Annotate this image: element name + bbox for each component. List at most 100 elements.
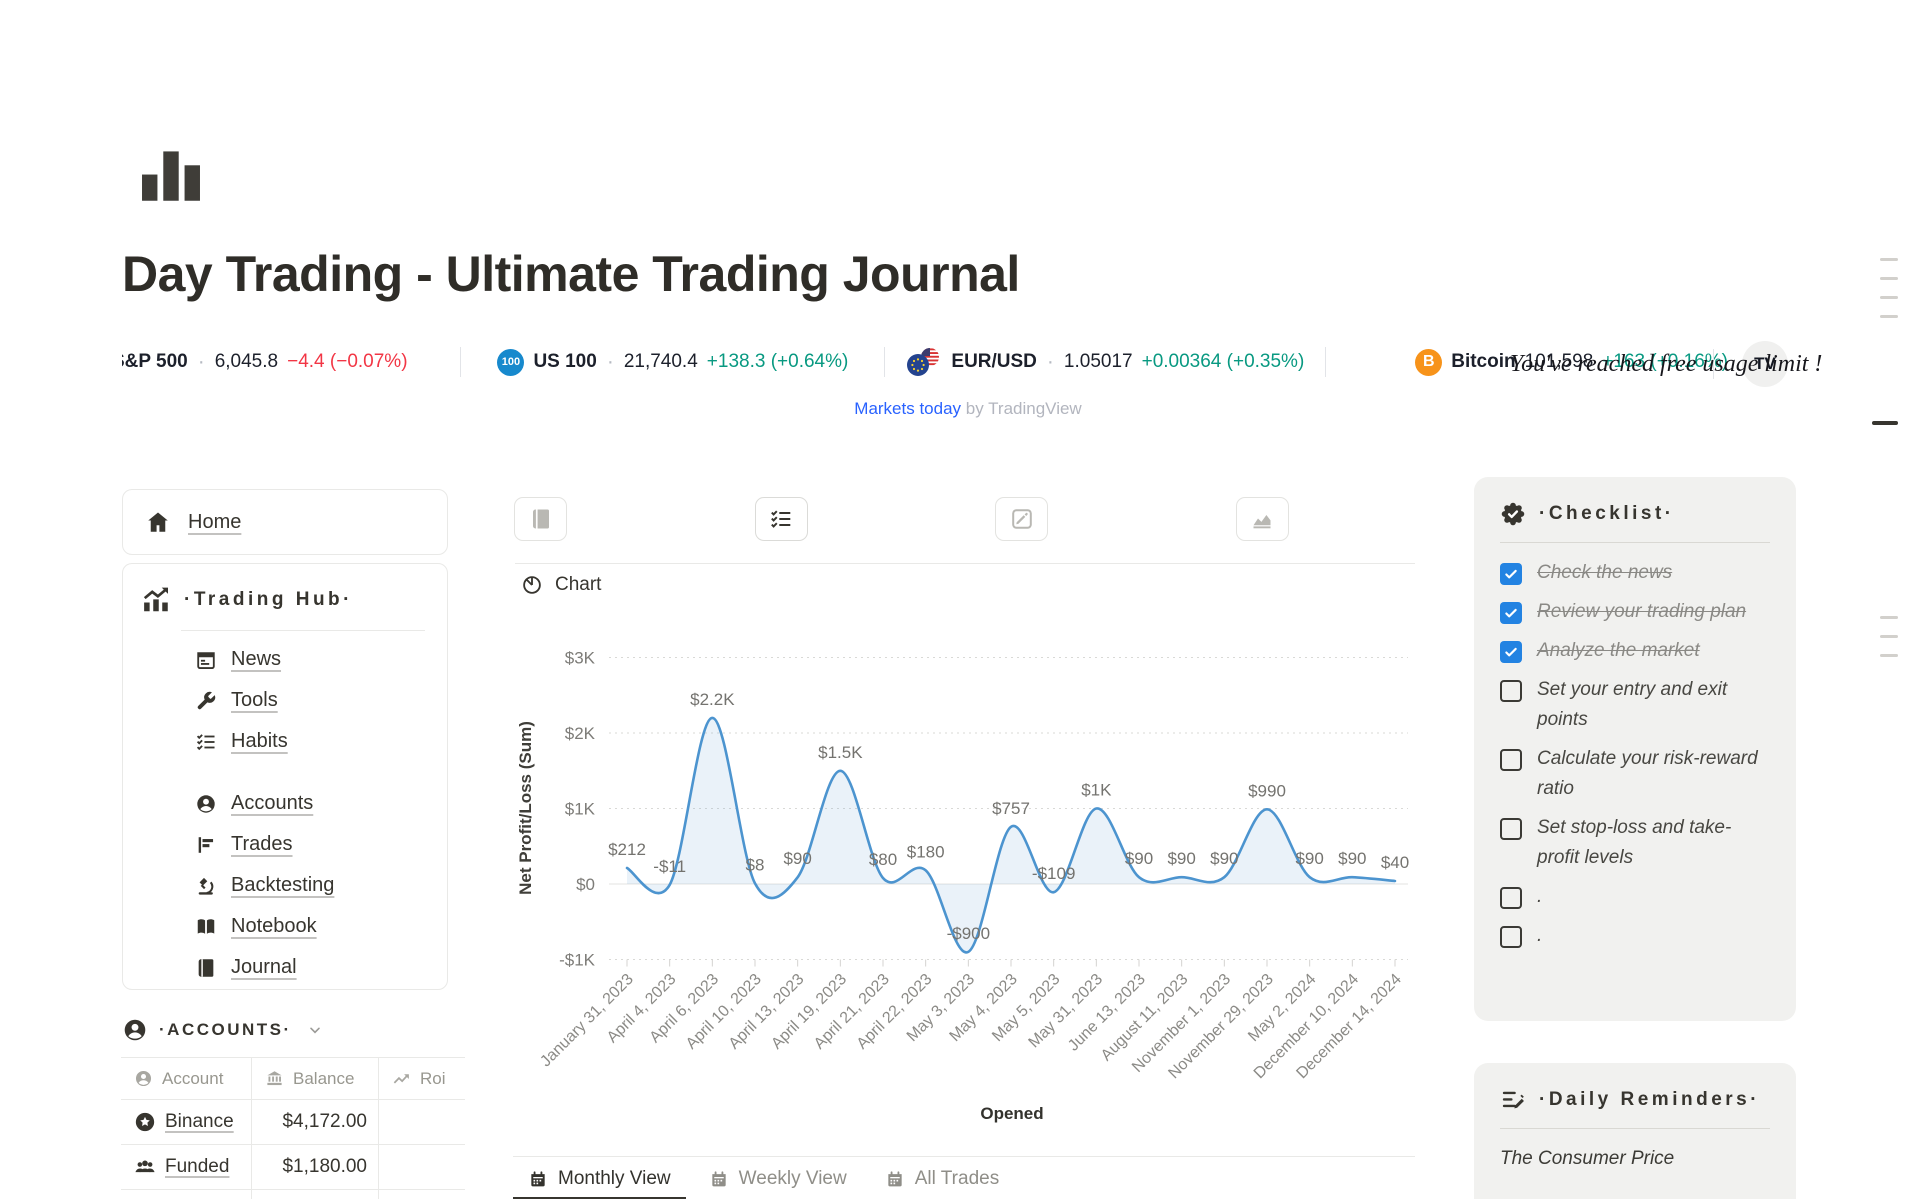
checklist-label: Set your entry and exit points bbox=[1537, 675, 1770, 735]
unchecked-checkbox[interactable] bbox=[1500, 680, 1522, 702]
table-row: Binance $4,172.00 bbox=[121, 1100, 465, 1145]
sidebar-item-news[interactable]: News bbox=[123, 639, 447, 680]
sidebar-item-habits[interactable]: Habits bbox=[123, 721, 447, 762]
column-header-roi: Roi bbox=[378, 1058, 465, 1099]
chevron-down-icon[interactable] bbox=[307, 1022, 323, 1038]
ticker-attribution: Markets today by TradingView bbox=[122, 399, 1814, 419]
outline-mark[interactable] bbox=[1880, 654, 1898, 657]
unchecked-checkbox[interactable] bbox=[1500, 926, 1522, 948]
home-link[interactable]: Home bbox=[188, 511, 241, 534]
ticker-change: +138.3 (+0.64%) bbox=[707, 351, 849, 373]
seal-check-icon bbox=[1500, 501, 1526, 527]
toolbar-button-journal[interactable] bbox=[514, 497, 567, 541]
column-header-balance: Balance bbox=[251, 1058, 378, 1099]
checked-checkbox[interactable] bbox=[1500, 641, 1522, 663]
view-toolbar bbox=[514, 497, 1289, 541]
accounts-section-header[interactable]: ·ACCOUNTS· bbox=[122, 1012, 448, 1048]
accounts-table-header: AccountBalanceRoi bbox=[121, 1057, 465, 1100]
outline-mark[interactable] bbox=[1880, 315, 1898, 318]
account-balance-cell[interactable]: $4,172.00 bbox=[251, 1100, 378, 1144]
toolbar-button-checklist[interactable] bbox=[755, 497, 808, 541]
news-icon bbox=[195, 649, 217, 671]
column-label: Roi bbox=[420, 1069, 446, 1089]
sidebar-link-habits[interactable]: Habits bbox=[231, 730, 288, 753]
checklist-item: Review your trading plan bbox=[1500, 597, 1770, 627]
page-outline-scrubber[interactable] bbox=[1868, 0, 1908, 1199]
outline-mark[interactable] bbox=[1880, 616, 1898, 619]
outline-mark[interactable] bbox=[1872, 421, 1898, 425]
account-name-cell[interactable] bbox=[121, 1190, 251, 1199]
checklist-item: Set stop-loss and take-profit levels bbox=[1500, 813, 1770, 873]
outline-mark[interactable] bbox=[1880, 258, 1898, 261]
separator-dot: · bbox=[1047, 350, 1054, 374]
account-roi-cell[interactable] bbox=[378, 1190, 465, 1199]
trading-hub-card: ·Trading Hub· News Tools Habits Accounts Tra… bbox=[122, 563, 448, 990]
sidebar-item-accounts[interactable]: Accounts bbox=[123, 783, 447, 824]
markets-today-link[interactable]: Markets today bbox=[854, 399, 961, 418]
toolbar-button-compose[interactable] bbox=[995, 497, 1048, 541]
account-roi-cell[interactable] bbox=[378, 1145, 465, 1189]
checked-checkbox[interactable] bbox=[1500, 563, 1522, 585]
sidebar-item-home[interactable]: Home bbox=[122, 489, 448, 555]
eurusd-flags-icon bbox=[906, 347, 942, 377]
ticker-symbol: S&P 500 bbox=[122, 351, 188, 373]
unchecked-checkbox[interactable] bbox=[1500, 749, 1522, 771]
sidebar-item-notebook[interactable]: Notebook bbox=[123, 906, 447, 947]
sidebar-link-tools[interactable]: Tools bbox=[231, 689, 278, 712]
data-point-label: $90 bbox=[783, 849, 811, 868]
bar-chart-icon[interactable] bbox=[130, 136, 212, 210]
sidebar-link-news[interactable]: News bbox=[231, 648, 281, 671]
sidebar-item-trades[interactable]: Trades bbox=[123, 824, 447, 865]
data-point-label: $90 bbox=[1295, 849, 1323, 868]
y-tick-label: $0 bbox=[576, 875, 595, 894]
outline-mark[interactable] bbox=[1880, 277, 1898, 280]
separator-dot: · bbox=[198, 350, 205, 374]
unchecked-checkbox[interactable] bbox=[1500, 818, 1522, 840]
ticker-price: 6,045.8 bbox=[215, 351, 278, 373]
ticker-item-s-p-500[interactable]: S&P 500 · 6,045.8 −4.4 (−0.07%) bbox=[122, 338, 460, 386]
outline-mark[interactable] bbox=[1880, 635, 1898, 638]
divider bbox=[1500, 542, 1770, 543]
ticker-item-us-100[interactable]: 100US 100·21,740.4+138.3 (+0.64%) bbox=[461, 338, 884, 386]
daily-reminders-panel: ·Daily Reminders· The Consumer Price bbox=[1474, 1063, 1796, 1199]
toolbar-button-area-chart[interactable] bbox=[1236, 497, 1289, 541]
account-balance-cell[interactable]: $1,180.00 bbox=[251, 1145, 378, 1189]
sidebar-link-accounts[interactable]: Accounts bbox=[231, 792, 313, 815]
accounts-table: AccountBalanceRoiBinance$4,172.00Funded$… bbox=[121, 1057, 465, 1199]
outline-mark[interactable] bbox=[1880, 296, 1898, 299]
account-name-cell[interactable]: Binance bbox=[121, 1100, 251, 1144]
checked-checkbox[interactable] bbox=[1500, 602, 1522, 624]
tab-monthly-view[interactable]: Monthly View bbox=[513, 1157, 686, 1199]
checklist-label: Analyze the market bbox=[1537, 636, 1700, 666]
ticker-change: −4.4 (−0.07%) bbox=[287, 351, 407, 373]
usage-limit-message: You've reached free usage limit ! bbox=[1510, 351, 1822, 378]
page-title: Day Trading - Ultimate Trading Journal bbox=[122, 245, 1020, 303]
sidebar-item-tools[interactable]: Tools bbox=[123, 680, 447, 721]
sidebar-link-backtesting[interactable]: Backtesting bbox=[231, 874, 334, 897]
nasdaq100-logo: 100 bbox=[497, 349, 524, 376]
sidebar-item-backtesting[interactable]: Backtesting bbox=[123, 865, 447, 906]
x-tick-label: April 19, 2023 bbox=[768, 971, 850, 1053]
tab-all-trades[interactable]: All Trades bbox=[870, 1157, 1014, 1199]
account-link-funded[interactable]: Funded bbox=[165, 1156, 229, 1178]
account-roi-cell[interactable] bbox=[378, 1100, 465, 1144]
x-axis-title: Opened bbox=[922, 1104, 1102, 1124]
x-tick-label: April 13, 2023 bbox=[726, 971, 808, 1053]
trading-hub-header: ·Trading Hub· bbox=[123, 582, 447, 618]
account-balance-cell[interactable]: $800.00 bbox=[251, 1190, 378, 1199]
unchecked-checkbox[interactable] bbox=[1500, 887, 1522, 909]
sidebar-link-journal[interactable]: Journal bbox=[231, 956, 297, 979]
checklist-panel: ·Checklist· Check the newsReview your tr… bbox=[1474, 477, 1796, 1021]
account-link-binance[interactable]: Binance bbox=[165, 1111, 234, 1133]
data-point-label: $990 bbox=[1248, 781, 1286, 800]
account-name-cell[interactable]: Funded bbox=[121, 1145, 251, 1189]
sidebar-link-trades[interactable]: Trades bbox=[231, 833, 293, 856]
tab-weekly-view[interactable]: Weekly View bbox=[694, 1157, 862, 1199]
data-point-label: $757 bbox=[992, 799, 1030, 818]
y-tick-label: $3K bbox=[565, 649, 596, 668]
sidebar-link-notebook[interactable]: Notebook bbox=[231, 915, 317, 938]
ticker-item-eur-usd[interactable]: EUR/USD·1.05017+0.00364 (+0.35%) bbox=[885, 338, 1325, 386]
daily-reminders-header: ·Daily Reminders· bbox=[1500, 1085, 1770, 1115]
calendar-icon bbox=[885, 1169, 905, 1189]
sidebar-item-journal[interactable]: Journal bbox=[123, 947, 447, 988]
